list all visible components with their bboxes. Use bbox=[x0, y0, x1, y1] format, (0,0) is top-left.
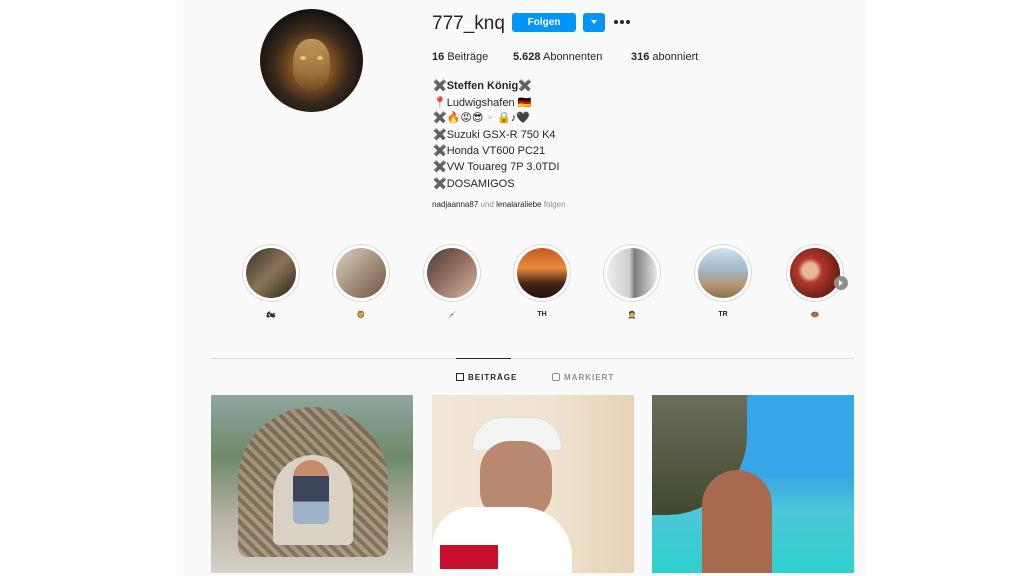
follow-button[interactable]: Folgen bbox=[512, 13, 576, 32]
highlight-item[interactable] bbox=[694, 244, 752, 302]
suggested-accounts-button[interactable] bbox=[583, 13, 605, 32]
highlight-label: 🤵 bbox=[627, 312, 637, 319]
highlight-label: 🏍 bbox=[266, 312, 276, 319]
more-dots-icon bbox=[620, 20, 624, 24]
shirt-logo-graphic bbox=[440, 545, 498, 569]
highlight-item[interactable] bbox=[332, 244, 390, 302]
highlight-thumbnail bbox=[698, 248, 748, 298]
tab-posts[interactable]: BEITRÄGE bbox=[456, 373, 517, 382]
highlight-label: TH bbox=[537, 311, 547, 318]
highlight-thumbnail bbox=[607, 248, 657, 298]
lion-eye-left bbox=[300, 56, 306, 60]
highlight-thumbnail bbox=[336, 248, 386, 298]
more-options-button[interactable] bbox=[614, 15, 632, 29]
posts-count-value: 16 bbox=[432, 51, 445, 63]
lion-face-graphic bbox=[293, 39, 330, 89]
followed-by[interactable]: nadjaanna87 und lenalaraliebe folgen bbox=[432, 200, 566, 209]
highlights-next-button[interactable] bbox=[834, 276, 848, 290]
lion-eye-right bbox=[317, 56, 323, 60]
chevron-down-icon bbox=[591, 20, 597, 24]
followed-by-suffix: folgen bbox=[543, 200, 566, 209]
bio-location: 📍Ludwigshafen 🇩🇪 bbox=[433, 97, 532, 109]
tab-tagged[interactable]: MARKIERT bbox=[552, 373, 614, 382]
tab-posts-label: BEITRÄGE bbox=[468, 373, 518, 382]
highlight-item[interactable] bbox=[242, 244, 300, 302]
bio-full-name: ✖️Steffen König✖️ bbox=[433, 80, 532, 92]
followers-count-value: 5.628 bbox=[513, 51, 541, 63]
posts-count-label: Beiträge bbox=[447, 51, 489, 63]
post-thumbnail[interactable] bbox=[652, 395, 854, 573]
highlight-item[interactable] bbox=[786, 244, 844, 302]
highlight-thumbnail bbox=[517, 248, 567, 298]
person-graphic bbox=[293, 460, 329, 524]
highlight-thumbnail bbox=[427, 248, 477, 298]
highlight-label: 🍩 bbox=[810, 312, 820, 319]
highlight-label: TR bbox=[718, 311, 728, 318]
followers-count[interactable]: 5.628 Abonnenten bbox=[513, 51, 602, 63]
more-dots-icon bbox=[614, 20, 618, 24]
more-dots-icon bbox=[626, 20, 630, 24]
post-thumbnail[interactable] bbox=[432, 395, 634, 573]
highlight-item[interactable] bbox=[423, 244, 481, 302]
highlight-thumbnail bbox=[246, 248, 296, 298]
tagged-user-icon bbox=[552, 373, 560, 381]
bio-line: ✖️DOSAMIGOS bbox=[433, 178, 515, 190]
post-thumbnail[interactable] bbox=[211, 395, 413, 573]
bio-line: ✖️Honda VT600 PC21 bbox=[433, 145, 546, 157]
bio-line: ✖️Suzuki GSX-R 750 K4 bbox=[433, 129, 556, 141]
following-count[interactable]: 316 abonniert bbox=[631, 51, 698, 63]
followers-count-label: Abonnenten bbox=[542, 51, 603, 63]
followed-by-user[interactable]: lenalaraliebe bbox=[496, 200, 541, 209]
tab-tagged-label: MARKIERT bbox=[564, 373, 615, 382]
highlight-item[interactable] bbox=[513, 244, 571, 302]
profile-username: 777_knq bbox=[432, 13, 505, 34]
profile-avatar[interactable] bbox=[260, 9, 363, 112]
following-count-label: abonniert bbox=[652, 51, 699, 63]
chevron-right-icon bbox=[839, 280, 843, 286]
bio-line: ✖️VW Touareg 7P 3.0TDI bbox=[433, 161, 560, 173]
highlight-label: 💉 bbox=[447, 312, 457, 319]
bio-emoji-line: ✖️🔥😡😎▫️🔒♪🖤 bbox=[433, 112, 530, 124]
highlight-label: 🦁 bbox=[356, 312, 366, 319]
active-tab-indicator bbox=[456, 358, 511, 359]
followed-by-and: und bbox=[480, 200, 494, 209]
followed-by-user[interactable]: nadjaanna87 bbox=[432, 200, 478, 209]
highlight-item[interactable] bbox=[603, 244, 661, 302]
person-graphic bbox=[702, 470, 772, 573]
following-count-value: 316 bbox=[631, 51, 650, 63]
tabs-divider bbox=[211, 358, 854, 359]
highlight-thumbnail bbox=[790, 248, 840, 298]
posts-count: 16 Beiträge bbox=[432, 51, 488, 63]
grid-icon bbox=[456, 373, 464, 381]
